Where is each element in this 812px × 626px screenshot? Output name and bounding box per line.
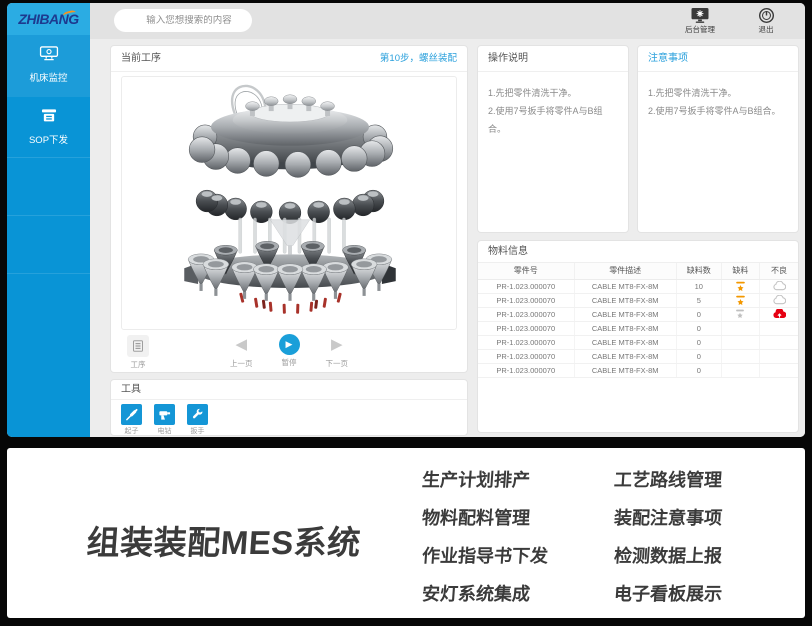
- product-image-frame: [121, 76, 457, 330]
- feature-item: 装配注意事项: [613, 499, 724, 537]
- feature-list-right: 工艺路线管理 装配注意事项 检测数据上报 电子看板展示: [614, 461, 722, 613]
- tool-drill[interactable]: 电钻: [154, 404, 175, 436]
- shortage-alert-icon-disabled[interactable]: [735, 309, 745, 319]
- shortage-alert-icon[interactable]: [735, 281, 746, 292]
- product-exploded-view-image: [122, 77, 457, 329]
- sidebar-divider: [7, 273, 90, 274]
- feature-item: 物料配料管理: [421, 499, 550, 537]
- process-list-label: 工序: [123, 359, 153, 370]
- feature-item: 检测数据上报: [613, 537, 724, 575]
- admin-label: 后台管理: [685, 25, 715, 34]
- table-row: PR-1.023.000070 CABLE MT8-FX-8M 0: [478, 335, 798, 349]
- prev-icon: ◀: [230, 334, 253, 356]
- defect-cloud-icon[interactable]: [773, 295, 786, 305]
- machine-monitor-icon: [39, 46, 59, 61]
- process-list-icon: [132, 340, 144, 352]
- tools-panel: 工具 起子: [110, 379, 468, 436]
- monitor-gear-icon: [690, 7, 710, 24]
- sidebar-divider: [7, 157, 90, 158]
- drill-icon: [158, 408, 171, 421]
- sidebar-item-label: 机床监控: [7, 70, 90, 84]
- wrench-icon: [191, 408, 204, 421]
- material-table: 零件号 零件描述 缺料数 缺料 不良 PR-1.023.000070 CABLE…: [478, 263, 798, 378]
- footer-banner: 组装装配MES系统 生产计划排产 物料配料管理 作业指导书下发 安灯系统集成 工…: [7, 448, 805, 618]
- panel-title: 工具: [121, 380, 141, 400]
- app-logo: ZHIBANG: [7, 3, 90, 35]
- screwdriver-icon: [125, 408, 138, 421]
- panel-title: 当前工序: [121, 46, 161, 71]
- main-content: 当前工序 第10步，螺丝装配: [90, 39, 805, 437]
- operation-line: 2.使用7号扳手将零件A与B组合。: [488, 102, 618, 138]
- play-icon: ▶: [279, 334, 300, 355]
- table-row: PR-1.023.000070 CABLE MT8-FX-8M 5: [478, 293, 798, 307]
- table-row: PR-1.023.000070 CABLE MT8-FX-8M 0: [478, 349, 798, 363]
- operation-panel: 操作说明 1.先把零件清洗干净。 2.使用7号扳手将零件A与B组合。: [477, 45, 629, 233]
- sidebar-divider: [7, 215, 90, 216]
- feature-item: 生产计划排产: [421, 461, 550, 499]
- notice-line: 1.先把零件清洗干净。: [648, 84, 788, 102]
- mes-app-window: ZHIBANG 机床监控 SOP下发: [7, 3, 805, 437]
- admin-button[interactable]: 后台管理: [674, 7, 726, 34]
- table-row: PR-1.023.000070 CABLE MT8-FX-8M 0: [478, 307, 798, 321]
- table-row: PR-1.023.000070 CABLE MT8-FX-8M 10: [478, 279, 798, 293]
- defect-upload-cloud-icon[interactable]: [773, 309, 786, 319]
- panel-title: 注意事项: [648, 46, 688, 71]
- tool-screwdriver[interactable]: 起子: [121, 404, 142, 436]
- next-page-button[interactable]: ▶ 下一页: [326, 334, 349, 369]
- operation-line: 1.先把零件清洗干净。: [488, 84, 618, 102]
- table-row: PR-1.023.000070 CABLE MT8-FX-8M 0: [478, 363, 798, 377]
- sidebar-item-sop-dispatch[interactable]: SOP下发: [7, 97, 90, 159]
- product-title: 组装装配MES系统: [57, 516, 390, 564]
- sop-dispatch-icon: [39, 108, 59, 123]
- search-input[interactable]: [123, 15, 255, 26]
- panel-title: 物料信息: [488, 241, 528, 263]
- sidebar-item-machine-monitor[interactable]: 机床监控: [7, 35, 90, 97]
- panel-title: 操作说明: [488, 46, 528, 71]
- logout-label: 退出: [759, 25, 774, 34]
- step-indicator[interactable]: 第10步，螺丝装配: [380, 46, 457, 71]
- pause-button[interactable]: ▶ 暂停: [279, 334, 300, 369]
- sidebar-item-label: SOP下发: [7, 132, 90, 146]
- logout-button[interactable]: 退出: [740, 7, 792, 34]
- topbar: 后台管理 退出: [90, 3, 805, 39]
- feature-list-left: 生产计划排产 物料配料管理 作业指导书下发 安灯系统集成: [422, 461, 548, 613]
- defect-cloud-icon[interactable]: [773, 281, 786, 291]
- feature-item: 作业指导书下发: [421, 537, 550, 575]
- current-process-panel: 当前工序 第10步，螺丝装配: [110, 45, 468, 373]
- feature-item: 电子看板展示: [613, 575, 724, 613]
- notice-panel: 注意事项 1.先把零件清洗干净。 2.使用7号扳手将零件A与B组合。: [637, 45, 799, 233]
- player-controls: 工序 ◀ 上一页 ▶ 暂停 ▶ 下一页: [121, 334, 457, 370]
- feature-item: 安灯系统集成: [421, 575, 550, 613]
- process-list-button[interactable]: 工序: [123, 335, 153, 370]
- shortage-alert-icon[interactable]: [735, 295, 746, 306]
- table-row: PR-1.023.000070 CABLE MT8-FX-8M 0: [478, 321, 798, 335]
- material-panel: 物料信息 零件号 零件描述 缺料数 缺料 不良: [477, 240, 799, 433]
- feature-item: 工艺路线管理: [613, 461, 724, 499]
- tool-wrench[interactable]: 扳手: [187, 404, 208, 436]
- prev-page-button[interactable]: ◀ 上一页: [230, 334, 253, 369]
- table-header-row: 零件号 零件描述 缺料数 缺料 不良: [478, 263, 798, 279]
- next-icon: ▶: [326, 334, 349, 356]
- search-box[interactable]: [114, 9, 252, 32]
- notice-line: 2.使用7号扳手将零件A与B组合。: [648, 102, 788, 120]
- power-icon: [758, 7, 775, 24]
- sidebar: 机床监控 SOP下发: [7, 35, 90, 437]
- page-canvas: ZHIBANG 机床监控 SOP下发: [0, 0, 812, 626]
